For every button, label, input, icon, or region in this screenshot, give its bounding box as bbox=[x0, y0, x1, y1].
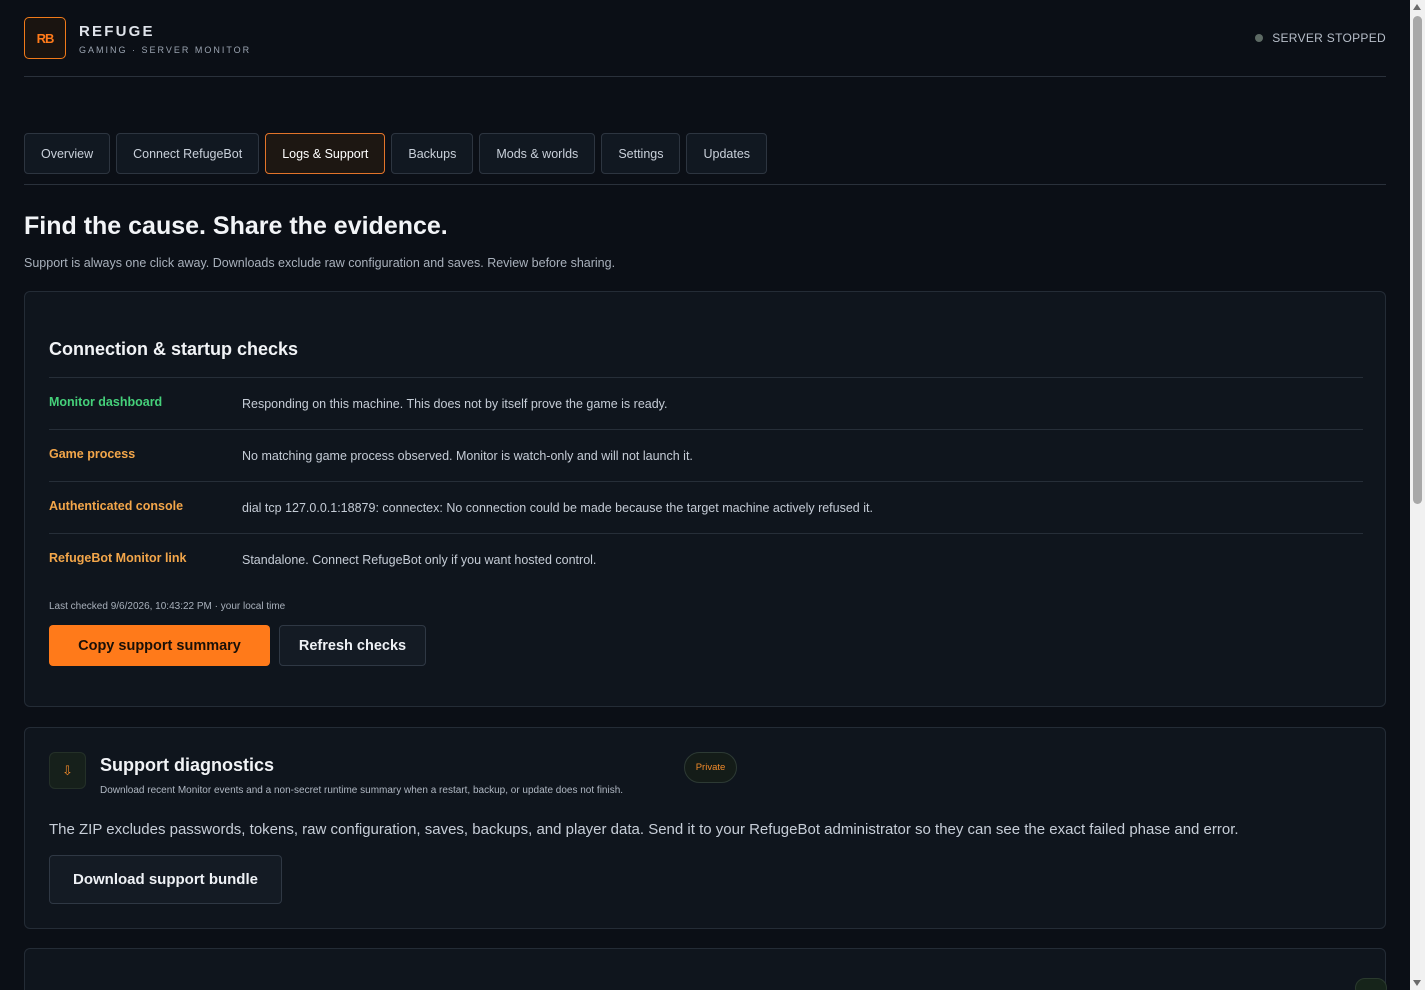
tab-backups[interactable]: Backups bbox=[391, 133, 474, 174]
brand-logo: RB bbox=[24, 17, 66, 59]
brand-name: REFUGE bbox=[79, 23, 155, 40]
check-label: Monitor dashboard bbox=[49, 395, 163, 409]
tab-settings[interactable]: Settings bbox=[601, 133, 681, 174]
page-description: Support is always one click away. Downlo… bbox=[24, 256, 616, 270]
last-checked-timestamp: Last checked 9/6/2026, 10:43:22 PM · you… bbox=[49, 601, 286, 612]
download-support-bundle-button[interactable]: Download support bundle bbox=[49, 855, 282, 904]
server-status-text: SERVER STOPPED bbox=[1272, 31, 1386, 45]
main-tabs: Overview Connect RefugeBot Logs & Suppor… bbox=[24, 133, 768, 174]
app-page: RB REFUGE GAMING · SERVER MONITOR SERVER… bbox=[0, 0, 1425, 990]
check-label: Game process bbox=[49, 447, 136, 461]
check-value: No matching game process observed. Monit… bbox=[242, 449, 693, 463]
checks-list: Monitor dashboard Responding on this mac… bbox=[49, 377, 1363, 586]
check-value: Standalone. Connect RefugeBot only if yo… bbox=[242, 553, 597, 567]
server-status: SERVER STOPPED bbox=[1255, 31, 1386, 45]
refresh-checks-button[interactable]: Refresh checks bbox=[279, 625, 426, 666]
page-scrollbar[interactable] bbox=[1410, 0, 1425, 990]
scroll-thumb[interactable] bbox=[1413, 16, 1422, 504]
tabs-divider bbox=[24, 184, 1386, 185]
checks-card: Connection & startup checks Monitor dash… bbox=[24, 291, 1386, 707]
check-label: Authenticated console bbox=[49, 499, 184, 513]
main-content: RB REFUGE GAMING · SERVER MONITOR SERVER… bbox=[24, 0, 1387, 990]
scroll-down-arrow-icon[interactable] bbox=[1413, 980, 1421, 986]
check-row-monitor-dashboard: Monitor dashboard Responding on this mac… bbox=[49, 378, 1363, 430]
tab-logs-support[interactable]: Logs & Support bbox=[265, 133, 386, 174]
check-row-authenticated-console: Authenticated console dial tcp 127.0.0.1… bbox=[49, 482, 1363, 534]
private-badge: Private bbox=[684, 752, 737, 783]
download-icon: ⇩ bbox=[49, 752, 86, 789]
check-value: dial tcp 127.0.0.1:18879: connectex: No … bbox=[242, 501, 873, 515]
tab-updates[interactable]: Updates bbox=[686, 133, 768, 174]
page-title: Find the cause. Share the evidence. bbox=[24, 212, 448, 240]
check-row-game-process: Game process No matching game process ob… bbox=[49, 430, 1363, 482]
check-label: RefugeBot Monitor link bbox=[49, 551, 187, 565]
diagnostics-body: The ZIP excludes passwords, tokens, raw … bbox=[49, 821, 1239, 838]
diagnostics-card: ⇩ Support diagnostics Download recent Mo… bbox=[24, 727, 1386, 929]
check-value: Responding on this machine. This does no… bbox=[242, 397, 668, 411]
next-card bbox=[24, 948, 1387, 990]
tab-connect-refugebot[interactable]: Connect RefugeBot bbox=[116, 133, 260, 174]
diagnostics-subtitle: Download recent Monitor events and a non… bbox=[100, 785, 624, 796]
next-card-badge bbox=[1355, 978, 1387, 990]
brand-subtitle: GAMING · SERVER MONITOR bbox=[79, 45, 252, 55]
status-dot-icon bbox=[1255, 34, 1264, 42]
copy-support-summary-button[interactable]: Copy support summary bbox=[49, 625, 270, 666]
diagnostics-title: Support diagnostics bbox=[100, 755, 275, 775]
check-row-monitor-link: RefugeBot Monitor link Standalone. Conne… bbox=[49, 534, 1363, 586]
app-header: RB REFUGE GAMING · SERVER MONITOR SERVER… bbox=[24, 0, 1386, 77]
scroll-up-arrow-icon[interactable] bbox=[1413, 4, 1421, 10]
checks-card-title: Connection & startup checks bbox=[49, 339, 299, 359]
tab-overview[interactable]: Overview bbox=[24, 133, 111, 174]
tab-mods-worlds[interactable]: Mods & worlds bbox=[479, 133, 596, 174]
